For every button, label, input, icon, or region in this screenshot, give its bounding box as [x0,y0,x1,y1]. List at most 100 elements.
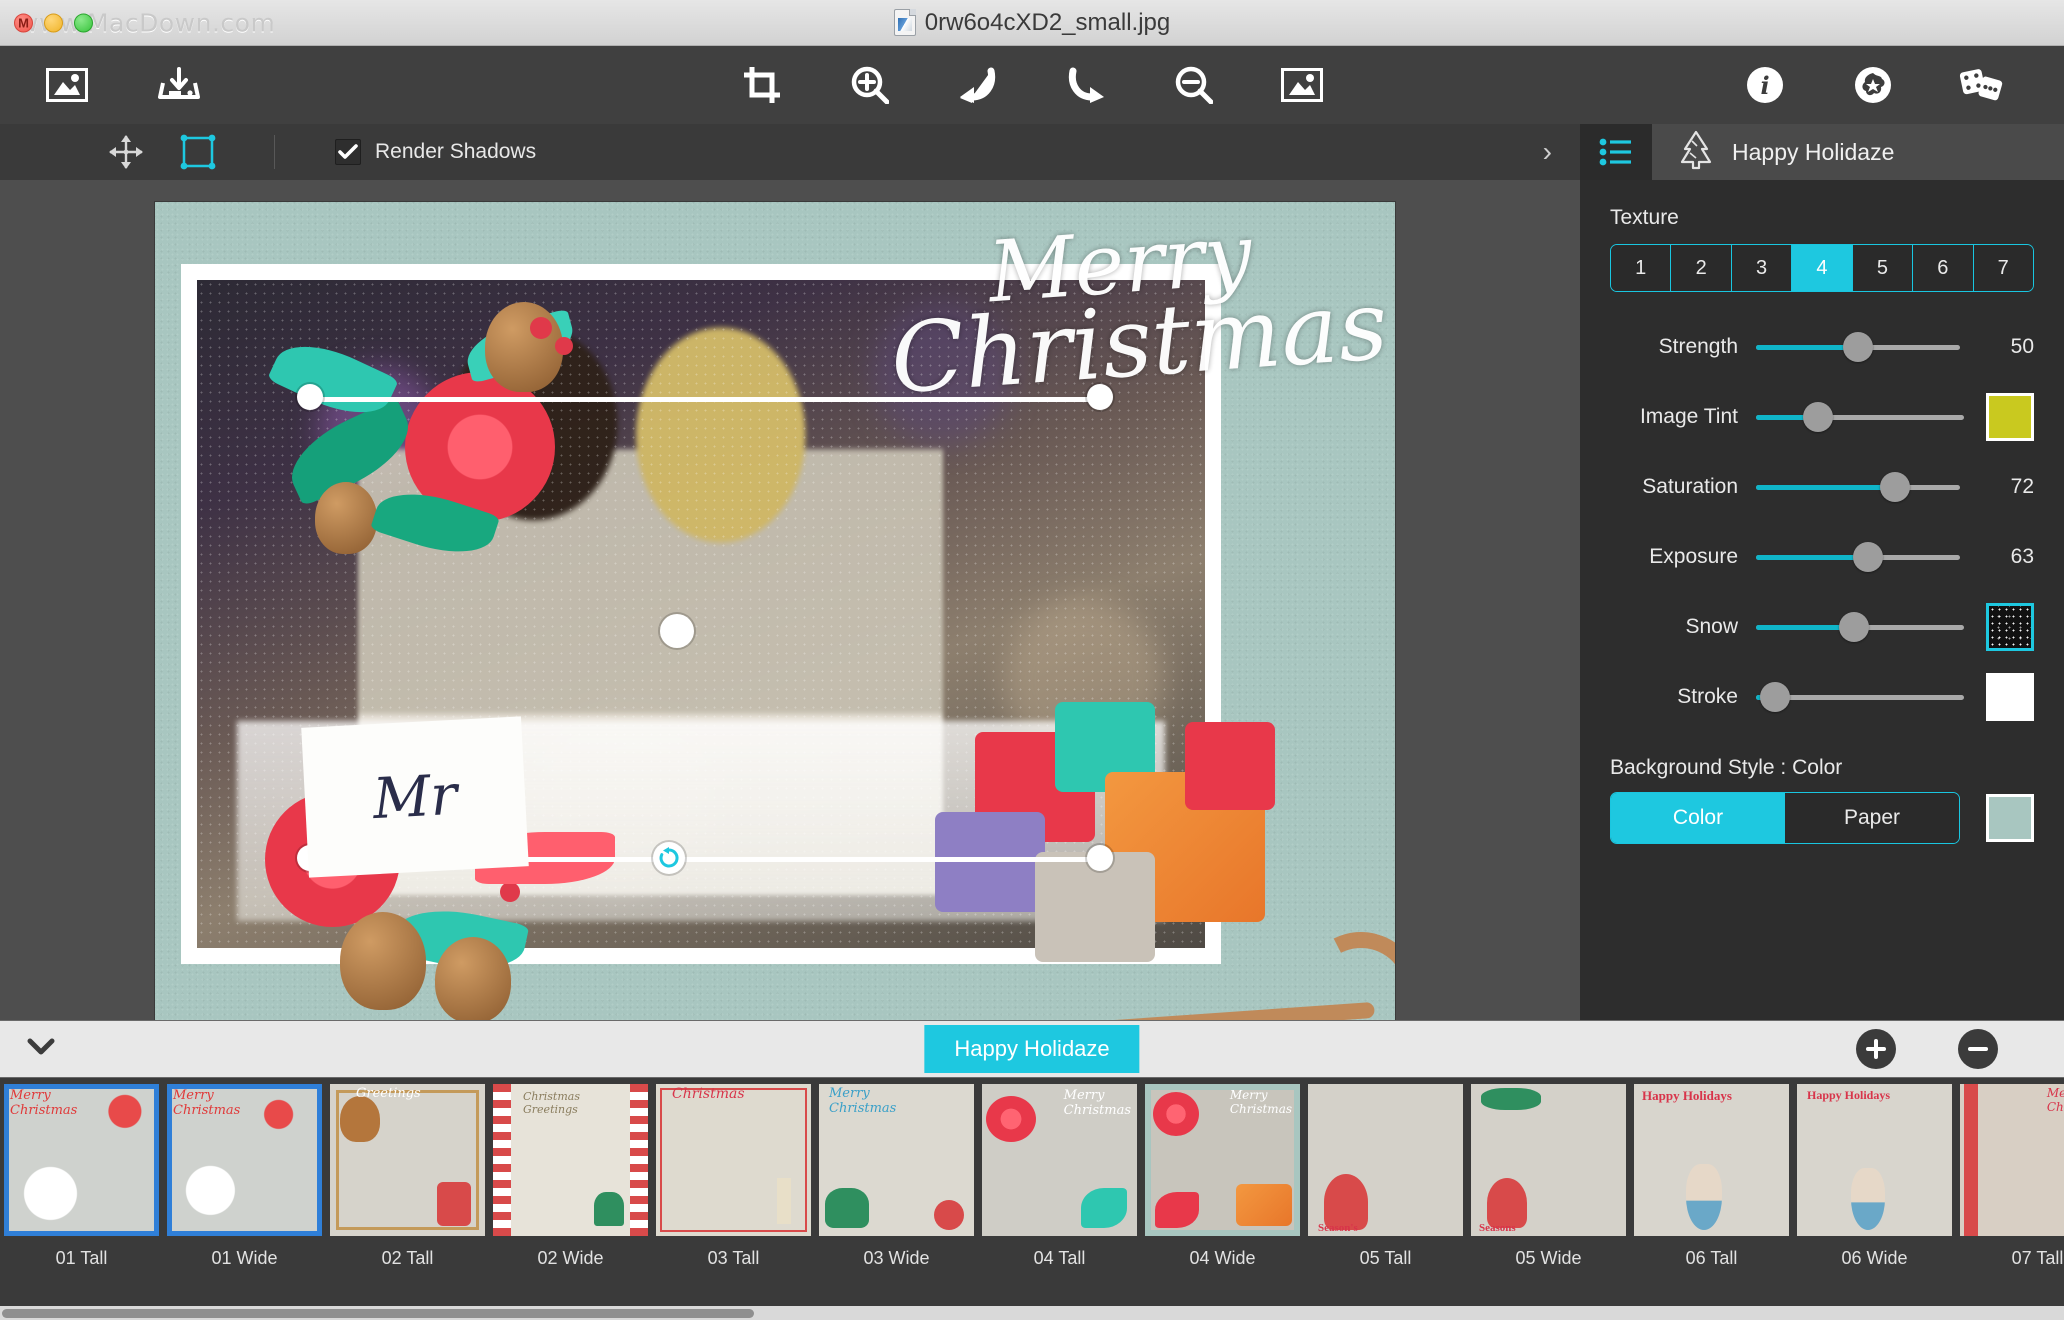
template-thumb-01-wide[interactable]: Merry Christmas 01 Wide [163,1084,326,1269]
fit-image-icon[interactable] [1279,62,1325,108]
open-image-icon[interactable] [44,62,90,108]
image-tint-slider[interactable] [1756,402,1964,432]
chevron-down-icon[interactable] [26,1037,56,1062]
panel-title: Happy Holidaze [1732,138,1895,165]
effects-icon[interactable] [1850,62,1896,108]
strength-slider[interactable] [1756,332,1960,362]
close-button[interactable]: M [14,13,33,32]
template-preview: MerryChristmas [4,1084,159,1236]
main-toolbar: i [0,46,2064,124]
texture-option-2[interactable]: 2 [1671,245,1732,291]
filmstrip-scrollbar-thumb[interactable] [2,1309,754,1318]
template-label: 06 Tall [1685,1248,1738,1268]
template-thumb-03-wide[interactable]: Merry Christmas 03 Wide [815,1084,978,1269]
template-thumb-05-wide[interactable]: Seasons 05 Wide [1467,1084,1630,1269]
background-style-option-color[interactable]: Color [1611,793,1785,843]
slider-row-image-tint: Image Tint [1610,388,2034,446]
selection-handle-center[interactable] [660,614,694,648]
canvas-area[interactable]: Merry Christmas Mr [0,180,1580,1020]
background-style-option-paper[interactable]: Paper [1785,793,1959,843]
strength-thumb[interactable] [1843,332,1873,362]
artboard[interactable]: Merry Christmas Mr [155,202,1395,1020]
selection-handle-bottom-right[interactable] [1087,845,1113,871]
maximize-button[interactable] [74,13,93,32]
monogram-card: Mr [301,716,529,878]
texture-option-4[interactable]: 4 [1792,245,1853,291]
add-icon[interactable] [1856,1029,1896,1069]
filmstrip-bar: Happy Holidaze [0,1020,2064,1078]
svg-text:i: i [1760,71,1769,100]
strength-label: Strength [1658,335,1738,358]
filmstrip-active-tab[interactable]: Happy Holidaze [924,1025,1140,1073]
remove-icon[interactable] [1958,1029,1998,1069]
template-thumb-02-wide[interactable]: Christmas Greetings 02 Wide [489,1084,652,1269]
snow-slider[interactable] [1756,612,1964,642]
randomize-dice-icon[interactable] [1958,62,2004,108]
save-image-icon[interactable] [156,62,202,108]
template-thumb-06-wide[interactable]: Happy Holidays 06 Wide [1793,1084,1956,1269]
template-thumb-02-tall[interactable]: Greetings 02 Tall [326,1084,489,1269]
panel-header-title-group[interactable]: Happy Holidaze [1652,124,2064,180]
slider-row-strength: Strength 50 [1610,318,2034,376]
strength-value: 50 [2010,335,2034,358]
template-thumb-05-tall[interactable]: Season's 05 Tall [1304,1084,1467,1269]
crop-icon[interactable] [739,62,785,108]
workspace: Merry Christmas Mr Texture 1 2 3 4 5 6 7… [0,180,2064,1020]
template-thumb-07-tall[interactable]: MerryChristmas 07 Tall [1956,1084,2064,1269]
stroke-thumb[interactable] [1759,682,1790,712]
zoom-out-icon[interactable] [1171,62,1217,108]
rotate-icon[interactable] [653,842,685,874]
texture-option-3[interactable]: 3 [1731,245,1793,291]
stroke-color-swatch[interactable] [1986,673,2034,721]
saturation-slider[interactable] [1756,472,1960,502]
render-shadows-checkbox[interactable]: Render Shadows [335,139,536,165]
template-label: 02 Wide [537,1248,604,1268]
exposure-thumb[interactable] [1853,542,1884,572]
selection-handle-top-right[interactable] [1087,384,1113,410]
undo-icon[interactable] [955,62,1001,108]
options-divider [274,135,275,169]
template-preview: MerryChristmas [1960,1084,2064,1236]
slider-row-exposure: Exposure 63 [1610,528,2034,586]
template-strip[interactable]: Merry Christmas 01 Tall Merry Christmas 01… [0,1078,2064,1306]
template-thumb-06-tall[interactable]: Happy Holidays 06 Tall [1630,1084,1793,1269]
options-spacer: › [536,124,1580,180]
saturation-value: 72 [2010,475,2034,498]
template-thumb-01-tall[interactable]: Merry Christmas 01 Tall [0,1084,163,1269]
saturation-thumb[interactable] [1879,472,1910,502]
template-preview: Happy Holidays [1634,1084,1789,1236]
texture-option-5[interactable]: 5 [1852,245,1914,291]
texture-segmented-control: 1 2 3 4 5 6 7 [1610,244,2034,292]
stroke-slider[interactable] [1756,682,1964,712]
template-label: 01 Wide [211,1248,278,1268]
expand-options-chevron-icon[interactable]: › [1543,138,1552,166]
template-preview: Christmas Greetings [493,1084,648,1236]
properties-panel: Texture 1 2 3 4 5 6 7 Strength 50 Image … [1580,180,2064,1020]
redo-icon[interactable] [1063,62,1109,108]
exposure-slider[interactable] [1756,542,1960,572]
selection-handle-top-left[interactable] [297,384,323,410]
list-icon[interactable] [1580,124,1652,180]
texture-option-1[interactable]: 1 [1611,245,1672,291]
filmstrip-scrollbar[interactable] [0,1306,2064,1320]
exposure-fill [1756,554,1869,560]
template-preview: Happy Holidays [1797,1084,1952,1236]
snow-texture-swatch[interactable] [1986,603,2034,651]
template-thumb-03-tall[interactable]: Christmas 03 Tall [652,1084,815,1269]
info-icon[interactable]: i [1742,62,1788,108]
template-thumb-04-wide[interactable]: Merry Christmas 04 Wide [1141,1084,1304,1269]
minimize-button[interactable] [44,13,63,32]
texture-option-7[interactable]: 7 [1973,245,2033,291]
background-color-swatch[interactable] [1986,794,2034,842]
template-thumb-04-tall[interactable]: Merry Christmas 04 Tall [978,1084,1141,1269]
image-tint-swatch[interactable] [1986,393,2034,441]
snow-thumb[interactable] [1838,612,1869,642]
slider-row-saturation: Saturation 72 [1610,458,2034,516]
transform-tool-icon[interactable] [176,130,220,174]
zoom-in-icon[interactable] [847,62,893,108]
image-tint-thumb[interactable] [1803,402,1834,432]
texture-option-6[interactable]: 6 [1913,245,1974,291]
options-bar: Render Shadows › Happy Holidaze [0,124,2064,180]
move-tool-icon[interactable] [104,130,148,174]
template-preview: Season's [1308,1084,1463,1236]
